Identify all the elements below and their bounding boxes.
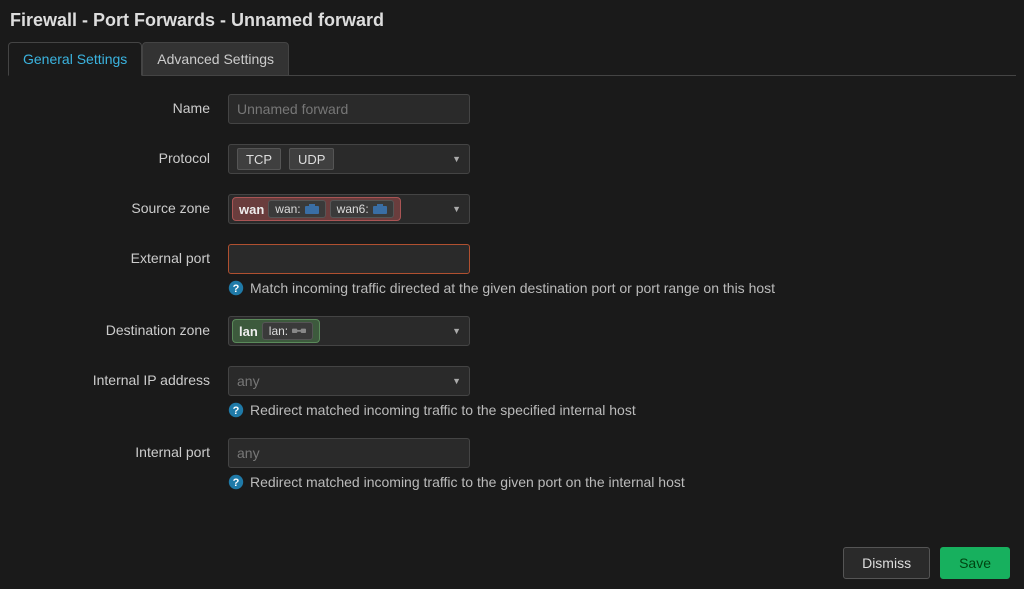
- zone-name: wan: [239, 202, 264, 217]
- svg-text:?: ?: [233, 405, 240, 417]
- iface-chip-lan: lan:: [262, 322, 313, 340]
- help-icon: ?: [228, 402, 244, 418]
- tabs: General Settings Advanced Settings: [8, 41, 1016, 76]
- external-port-input[interactable]: [228, 244, 470, 274]
- dialog-title: Firewall - Port Forwards - Unnamed forwa…: [8, 6, 1016, 41]
- source-zone-label: Source zone: [8, 194, 228, 216]
- zone-name: lan: [239, 324, 258, 339]
- general-settings-form: Name Protocol TCP UDP ▼ Source zone: [8, 76, 1016, 490]
- tab-advanced-settings[interactable]: Advanced Settings: [142, 42, 289, 76]
- external-port-hint: ? Match incoming traffic directed at the…: [228, 280, 1016, 296]
- tab-general-settings[interactable]: General Settings: [8, 42, 142, 76]
- help-icon: ?: [228, 474, 244, 490]
- internal-port-label: Internal port: [8, 438, 228, 460]
- iface-chip-wan6: wan6:: [330, 200, 394, 218]
- bridge-icon: [292, 326, 306, 336]
- chevron-down-icon: ▼: [452, 154, 461, 164]
- internal-port-input[interactable]: [228, 438, 470, 468]
- chevron-down-icon: ▼: [452, 376, 461, 386]
- external-port-label: External port: [8, 244, 228, 266]
- zone-badge-wan: wan wan: wan6:: [232, 197, 401, 221]
- destination-zone-label: Destination zone: [8, 316, 228, 338]
- ethernet-port-icon: [305, 204, 319, 214]
- chevron-down-icon: ▼: [452, 204, 461, 214]
- protocol-label: Protocol: [8, 144, 228, 166]
- internal-port-hint: ? Redirect matched incoming traffic to t…: [228, 474, 1016, 490]
- ethernet-port-icon: [373, 204, 387, 214]
- protocol-chip-udp: UDP: [289, 148, 334, 170]
- zone-badge-lan: lan lan:: [232, 319, 320, 343]
- dialog-footer: Dismiss Save: [843, 547, 1010, 579]
- help-icon: ?: [228, 280, 244, 296]
- protocol-chip-tcp: TCP: [237, 148, 281, 170]
- chevron-down-icon: ▼: [452, 326, 461, 336]
- internal-ip-select[interactable]: any ▼: [228, 366, 470, 396]
- svg-text:?: ?: [233, 283, 240, 295]
- destination-zone-select[interactable]: lan lan: ▼: [228, 316, 470, 346]
- port-forward-dialog: Firewall - Port Forwards - Unnamed forwa…: [0, 0, 1024, 589]
- name-label: Name: [8, 94, 228, 116]
- protocol-select[interactable]: TCP UDP ▼: [228, 144, 470, 174]
- source-zone-select[interactable]: wan wan: wan6:: [228, 194, 470, 224]
- name-input[interactable]: [228, 94, 470, 124]
- internal-ip-label: Internal IP address: [8, 366, 228, 388]
- svg-text:?: ?: [233, 477, 240, 489]
- internal-ip-hint: ? Redirect matched incoming traffic to t…: [228, 402, 1016, 418]
- iface-chip-wan: wan:: [268, 200, 325, 218]
- save-button[interactable]: Save: [940, 547, 1010, 579]
- dismiss-button[interactable]: Dismiss: [843, 547, 930, 579]
